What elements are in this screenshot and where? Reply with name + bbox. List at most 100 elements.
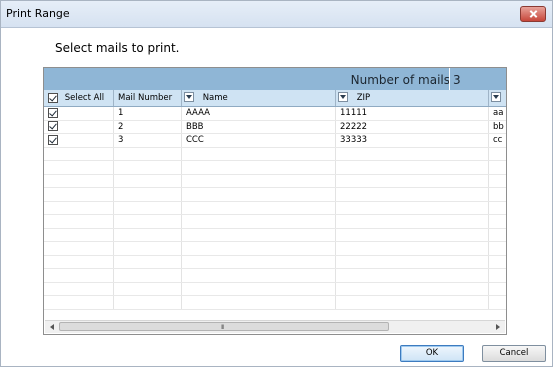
column-header-select-all[interactable]: Select All — [44, 90, 114, 106]
empty-cell — [336, 215, 489, 228]
empty-cell — [114, 147, 182, 160]
empty-cell — [114, 242, 182, 255]
empty-cell — [44, 188, 114, 201]
empty-cell — [44, 174, 114, 187]
table-row[interactable]: 1 AAAA 11111 aa — [44, 107, 506, 121]
empty-cell — [114, 188, 182, 201]
name-cell: CCC — [182, 134, 336, 147]
empty-row — [44, 201, 506, 215]
empty-row — [44, 282, 506, 296]
table-row[interactable]: 2 BBB 22222 bb — [44, 120, 506, 134]
scrollbar-thumb[interactable]: III — [59, 322, 389, 331]
window-title: Print Range — [6, 7, 70, 20]
empty-row — [44, 228, 506, 242]
empty-cell — [182, 215, 336, 228]
empty-row — [44, 296, 506, 310]
empty-cell — [182, 296, 336, 309]
table-row[interactable]: 3 CCC 33333 cc — [44, 134, 506, 148]
zip-filter-dropdown-icon[interactable] — [338, 91, 348, 102]
empty-cell — [336, 228, 489, 241]
cancel-button[interactable]: Cancel — [482, 345, 546, 362]
empty-cell — [182, 161, 336, 174]
empty-cell — [182, 147, 336, 160]
empty-row — [44, 215, 506, 229]
empty-cell — [44, 269, 114, 282]
mail-number-header-label: Mail Number — [118, 93, 173, 103]
empty-cell — [336, 174, 489, 187]
scroll-left-arrow-icon[interactable] — [50, 324, 54, 330]
name-filter-dropdown-icon[interactable] — [184, 91, 194, 102]
empty-cell — [182, 188, 336, 201]
empty-cell — [114, 201, 182, 214]
column-header-name[interactable]: Name — [182, 90, 336, 106]
empty-cell — [182, 269, 336, 282]
name-cell: BBB — [182, 120, 336, 133]
row-select-cell[interactable] — [44, 107, 114, 120]
empty-cell — [44, 282, 114, 295]
row-checkbox[interactable] — [48, 107, 58, 118]
row-checkbox[interactable] — [48, 121, 58, 131]
title-bar: Print Range — [1, 1, 552, 28]
ok-button[interactable]: OK — [400, 345, 464, 362]
empty-cell — [336, 282, 489, 295]
select-all-checkbox[interactable] — [48, 92, 58, 103]
grid-body: 1 AAAA 11111 aa 2 BBB 22222 bb 3 CCC 333… — [44, 107, 506, 310]
instruction-text: Select mails to print. — [55, 41, 180, 55]
zip-cell: 22222 — [336, 120, 489, 133]
mail-number-cell: 2 — [114, 120, 182, 133]
mail-number-cell: 1 — [114, 107, 182, 120]
scroll-right-arrow-icon[interactable] — [496, 324, 500, 330]
row-select-cell[interactable] — [44, 120, 114, 133]
column-header-zip[interactable]: ZIP — [336, 90, 489, 106]
select-all-label: Select All — [64, 93, 105, 103]
empty-cell — [44, 147, 114, 160]
empty-cell — [182, 255, 336, 268]
row-select-cell[interactable] — [44, 134, 114, 147]
scrollbar-grip: III — [221, 324, 224, 331]
empty-cell — [182, 228, 336, 241]
name-cell: AAAA — [182, 107, 336, 120]
mail-number-cell: 3 — [114, 134, 182, 147]
empty-cell — [44, 255, 114, 268]
zip-header-label: ZIP — [356, 93, 371, 103]
mail-count-label: Number of mails — [350, 73, 450, 87]
next-cell: cc — [493, 135, 503, 145]
row-checkbox[interactable] — [48, 134, 58, 145]
grid-summary-bar: Number of mails 3 — [44, 68, 506, 91]
next-cell: aa — [493, 108, 504, 118]
next-cell: bb — [493, 121, 504, 132]
empty-cell — [336, 269, 489, 282]
empty-cell — [336, 296, 489, 309]
next-filter-dropdown-icon[interactable] — [491, 91, 501, 102]
empty-row — [44, 161, 506, 175]
empty-cell — [44, 296, 114, 309]
column-header-mail-number[interactable]: Mail Number — [114, 90, 182, 106]
empty-row — [44, 255, 506, 269]
zip-cell: 33333 — [336, 134, 489, 147]
empty-cell — [44, 215, 114, 228]
horizontal-scrollbar[interactable]: III — [45, 320, 505, 333]
empty-cell — [114, 255, 182, 268]
mail-count-divider — [449, 68, 450, 90]
empty-cell — [44, 228, 114, 241]
empty-cell — [44, 161, 114, 174]
empty-cell — [114, 269, 182, 282]
mail-grid: Number of mails 3 Select All Mail Number… — [43, 67, 507, 335]
empty-cell — [336, 255, 489, 268]
empty-cell — [336, 161, 489, 174]
empty-cell — [182, 201, 336, 214]
name-header-label: Name — [202, 93, 228, 103]
empty-cell — [336, 188, 489, 201]
empty-cell — [114, 215, 182, 228]
empty-row — [44, 147, 506, 161]
close-icon[interactable] — [520, 6, 546, 22]
empty-cell — [114, 296, 182, 309]
empty-row — [44, 188, 506, 202]
empty-cell — [114, 282, 182, 295]
column-header-next[interactable] — [489, 90, 506, 106]
empty-cell — [114, 174, 182, 187]
mail-count-value: 3 — [453, 73, 461, 87]
empty-cell — [182, 242, 336, 255]
empty-cell — [44, 201, 114, 214]
empty-row — [44, 269, 506, 283]
